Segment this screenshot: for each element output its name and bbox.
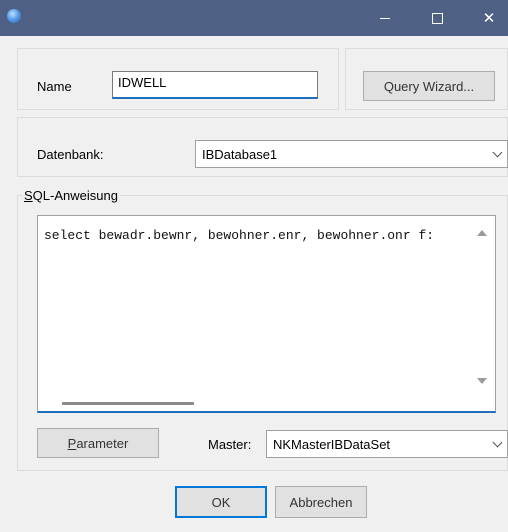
close-button[interactable]: ✕ bbox=[466, 0, 508, 36]
minimize-button[interactable] bbox=[362, 0, 408, 36]
maximize-button[interactable] bbox=[414, 0, 460, 36]
database-select-value: IBDatabase1 bbox=[202, 146, 278, 162]
query-wizard-button[interactable]: Query Wizard... bbox=[363, 71, 495, 101]
sql-editor[interactable]: select bewadr.bewnr, bewohner.enr, bewoh… bbox=[37, 215, 496, 413]
database-label: Datenbank: bbox=[37, 147, 104, 162]
maximize-icon bbox=[431, 12, 443, 24]
app-icon bbox=[7, 9, 21, 23]
sql-text[interactable]: select bewadr.bewnr, bewohner.enr, bewoh… bbox=[44, 228, 465, 243]
minimize-icon bbox=[380, 17, 390, 19]
database-select[interactable]: IBDatabase1 bbox=[195, 140, 508, 168]
chevron-down-icon bbox=[492, 437, 503, 448]
close-icon: ✕ bbox=[482, 9, 496, 27]
name-label: Name bbox=[37, 79, 72, 94]
name-field[interactable]: IDWELL bbox=[112, 71, 318, 99]
cancel-button[interactable]: Abbrechen bbox=[275, 486, 367, 518]
chevron-down-icon bbox=[492, 147, 503, 158]
master-label: Master: bbox=[208, 437, 252, 452]
ok-button[interactable]: OK bbox=[175, 486, 267, 518]
horizontal-scrollbar-thumb[interactable] bbox=[62, 402, 194, 405]
sql-group-legend: SQL-Anweisung bbox=[24, 188, 118, 203]
master-select[interactable]: NKMasterIBDataSet bbox=[266, 430, 508, 458]
scroll-down-arrow-icon[interactable] bbox=[477, 378, 487, 384]
master-select-value: NKMasterIBDataSet bbox=[273, 436, 391, 452]
scroll-up-arrow-icon[interactable] bbox=[477, 230, 487, 236]
title-bar: ✕ bbox=[0, 0, 508, 36]
parameter-button[interactable]: Parameter bbox=[37, 428, 159, 458]
